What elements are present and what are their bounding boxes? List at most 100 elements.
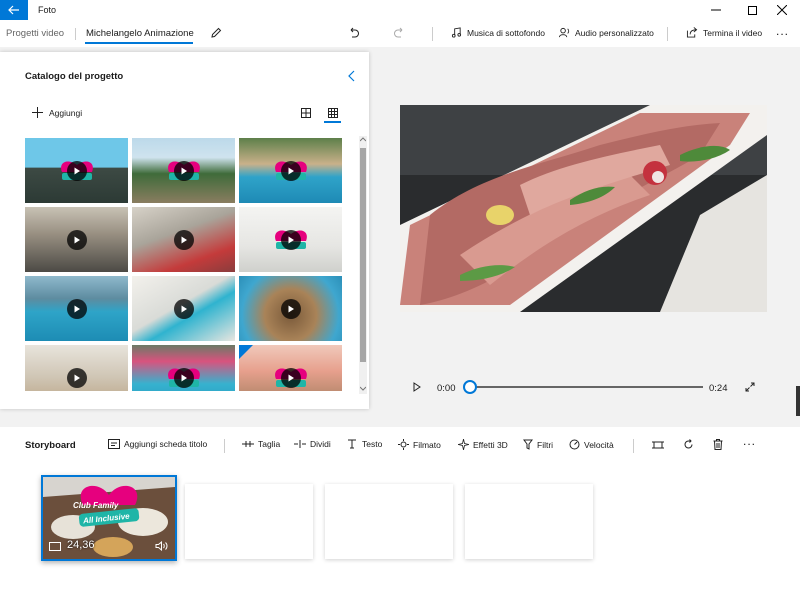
redo-button[interactable] [393,27,405,39]
back-button[interactable] [0,0,28,20]
media-thumbnail[interactable] [25,345,128,391]
filters-label: Filtri [537,439,554,450]
scrollbar-thumb[interactable] [360,148,366,362]
more-options-button[interactable]: ... [776,24,789,38]
rotate-button[interactable] [683,439,694,450]
scroll-down-icon [360,386,366,391]
play-icon [173,160,194,181]
fullscreen-button[interactable] [745,382,755,392]
export-icon [686,27,698,38]
empty-clip-slot[interactable] [325,484,453,559]
expand-icon [745,382,755,392]
volume-icon[interactable] [155,541,168,551]
storyboard-divider [224,439,225,453]
music-note-icon [451,27,462,38]
media-thumbnail[interactable] [132,345,235,391]
breadcrumb-current[interactable]: Michelangelo Animazione [86,28,194,39]
app-title: Foto [38,5,57,15]
filter-icon [523,439,533,450]
motion-button[interactable]: Filmato [398,439,441,450]
play-icon [66,367,87,388]
resize-button[interactable] [652,440,664,450]
small-thumbnails-view-button[interactable] [328,108,338,118]
play-icon [66,160,87,181]
trim-icon [242,441,254,447]
play-icon [173,298,194,319]
add-media-button[interactable]: Aggiungi [32,107,82,118]
seek-bar[interactable] [470,386,703,388]
playback-controls: 0:00 0:24 [400,375,767,399]
play-button[interactable] [413,382,421,392]
undo-button[interactable] [348,27,360,39]
delete-button[interactable] [713,439,723,450]
maximize-icon [747,5,757,15]
text-label: Testo [362,439,383,449]
motion-icon [398,439,409,450]
crop-icon [652,441,664,449]
media-thumbnail[interactable] [239,138,342,203]
custom-audio-label: Audio personalizzato [575,27,654,38]
rename-button[interactable] [210,27,222,39]
toolbar-divider [667,27,668,41]
empty-clip-slot[interactable] [185,484,313,559]
seek-thumb[interactable] [463,380,477,394]
play-icon [280,367,301,388]
split-button[interactable]: Dividi [294,439,331,449]
minimize-button[interactable] [698,0,734,20]
media-thumbnail[interactable] [239,276,342,341]
empty-clip-slot[interactable] [465,484,593,559]
play-icon [280,160,301,181]
media-thumbnail[interactable] [239,345,342,391]
play-icon [66,229,87,250]
play-icon [280,298,301,319]
media-thumbnail[interactable] [132,276,235,341]
minimize-icon [711,9,721,11]
custom-audio-button[interactable]: Audio personalizzato [558,27,654,38]
media-thumbnail[interactable] [239,207,342,272]
close-icon [777,5,787,15]
back-arrow-icon [8,5,19,15]
redo-icon [394,27,403,38]
current-time: 0:00 [437,383,456,394]
grid-small-icon [328,108,338,118]
media-thumbnail[interactable] [25,207,128,272]
collapse-catalog-button[interactable] [348,70,356,82]
grid-large-icon [301,108,311,118]
media-thumbnail[interactable] [132,207,235,272]
storyboard-divider [633,439,634,453]
catalog-scrollbar[interactable] [359,136,367,394]
trim-button[interactable]: Taglia [242,439,280,449]
chevron-left-icon [348,70,355,82]
add-title-card-button[interactable]: Aggiungi scheda titolo [108,439,207,449]
text-button[interactable]: Testo [347,439,382,449]
person-audio-icon [558,27,570,38]
clip-badge-line1: Club Family [73,501,119,510]
filters-button[interactable]: Filtri [523,439,553,450]
project-catalog-panel: Catalogo del progetto Aggiungi [0,52,369,409]
storyboard-more-button[interactable]: ... [743,434,756,448]
storyboard-title: Storyboard [25,440,76,451]
title-bar: Foto [0,0,800,20]
storyboard-clip[interactable]: Club Family All Inclusive 24,36 [41,475,177,561]
media-thumbnail[interactable] [132,138,235,203]
media-thumbnail[interactable] [25,276,128,341]
background-music-label: Musica di sottofondo [467,27,545,38]
background-music-button[interactable]: Musica di sottofondo [451,27,545,38]
video-clip-icon [49,542,61,551]
3d-effects-button[interactable]: Effetti 3D [458,439,508,450]
breadcrumb-parent[interactable]: Progetti video [6,28,64,39]
speed-button[interactable]: Velocità [569,439,614,450]
trim-label: Taglia [258,439,281,449]
large-thumbnails-view-button[interactable] [301,108,311,118]
video-preview[interactable] [400,105,767,312]
pencil-icon [211,27,222,38]
finish-video-button[interactable]: Termina il video [686,27,762,38]
media-thumbnail[interactable] [25,138,128,203]
add-media-label: Aggiungi [49,107,83,118]
sparkle-icon [458,439,469,450]
close-button[interactable] [764,0,800,20]
breadcrumb-divider [75,28,76,40]
split-label: Dividi [310,439,331,449]
split-icon [294,440,306,448]
play-icon [66,298,87,319]
